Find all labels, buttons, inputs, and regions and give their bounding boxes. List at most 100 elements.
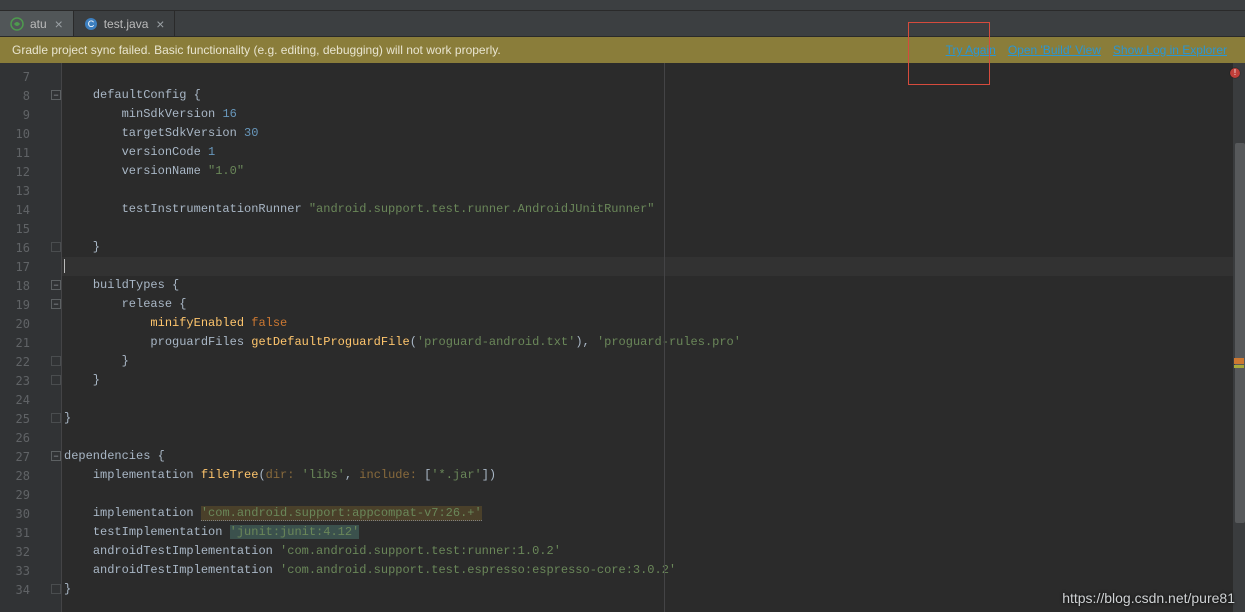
code-line[interactable] (62, 485, 1245, 504)
caret (64, 259, 65, 273)
code-line[interactable]: } (62, 371, 1245, 390)
code-line[interactable] (62, 390, 1245, 409)
code-token: implementation (93, 468, 201, 482)
line-number: 23 (0, 374, 30, 388)
code-token: "android.support.test.runner.AndroidJUni… (309, 202, 655, 216)
tab-test-java[interactable]: C test.java × (74, 11, 176, 36)
open-build-view-link[interactable]: Open 'Build' View (1008, 43, 1101, 57)
code-token: 'proguard-android.txt' (417, 335, 575, 349)
scrollbar-track[interactable] (1233, 63, 1245, 612)
gutter-line: 23 (0, 371, 61, 390)
fold-end-icon[interactable] (51, 413, 61, 423)
code-token (64, 544, 93, 558)
code-line[interactable]: androidTestImplementation 'com.android.s… (62, 561, 1245, 580)
code-token: dir: (266, 468, 302, 482)
line-number: 11 (0, 146, 30, 160)
line-number: 27 (0, 450, 30, 464)
fold-minus-icon[interactable]: − (51, 451, 61, 461)
fold-minus-icon[interactable]: − (51, 90, 61, 100)
code-line[interactable]: minSdkVersion 16 (62, 105, 1245, 124)
code-token (64, 335, 150, 349)
code-line[interactable]: } (62, 238, 1245, 257)
code-line[interactable] (62, 428, 1245, 447)
code-line[interactable]: defaultConfig { (62, 86, 1245, 105)
code-pane[interactable]: defaultConfig { minSdkVersion 16 targetS… (62, 63, 1245, 612)
line-number: 20 (0, 317, 30, 331)
code-token (64, 145, 122, 159)
line-number: 13 (0, 184, 30, 198)
try-again-link[interactable]: Try Again (946, 43, 996, 57)
code-line[interactable]: testInstrumentationRunner "android.suppo… (62, 200, 1245, 219)
gutter-line: 17 (0, 257, 61, 276)
error-indicator-icon[interactable]: ! (1230, 68, 1240, 78)
tab-atu[interactable]: atu × (0, 11, 74, 36)
code-line[interactable]: dependencies { (62, 447, 1245, 466)
code-token: versionCode (122, 145, 208, 159)
code-token: 'com.android.support.test:runner:1.0.2' (280, 544, 561, 558)
code-line[interactable] (62, 257, 1245, 276)
gutter-line: 8− (0, 86, 61, 105)
line-number: 29 (0, 488, 30, 502)
watermark: https://blog.csdn.net/pure81 (1062, 590, 1235, 606)
code-line[interactable] (62, 67, 1245, 86)
scrollbar-mark[interactable] (1234, 365, 1244, 368)
code-token: '*.jar' (431, 468, 481, 482)
code-line[interactable]: implementation fileTree(dir: 'libs', inc… (62, 466, 1245, 485)
line-number: 12 (0, 165, 30, 179)
gutter-line: 34 (0, 580, 61, 599)
code-token: false (251, 316, 287, 330)
code-token: release (122, 297, 172, 311)
code-line[interactable]: versionCode 1 (62, 143, 1245, 162)
code-token: include: (359, 468, 424, 482)
fold-end-icon[interactable] (51, 356, 61, 366)
gutter-line: 27 − (0, 447, 61, 466)
code-token: 'com.android.support:appcompat-v7:26.+' (201, 506, 482, 521)
code-line[interactable]: } (62, 352, 1245, 371)
notification-actions: Try Again Open 'Build' View Show Log in … (946, 43, 1227, 57)
code-line[interactable]: testImplementation 'junit:junit:4.12' (62, 523, 1245, 542)
code-line[interactable]: targetSdkVersion 30 (62, 124, 1245, 143)
gutter-line: 31 (0, 523, 61, 542)
scrollbar-thumb[interactable] (1235, 143, 1245, 523)
code-token (64, 316, 150, 330)
gutter-line: 9 (0, 105, 61, 124)
code-line[interactable]: proguardFiles getDefaultProguardFile('pr… (62, 333, 1245, 352)
gradle-icon (10, 17, 24, 31)
code-token: ( (410, 335, 417, 349)
code-line[interactable]: androidTestImplementation 'com.android.s… (62, 542, 1245, 561)
code-token: buildTypes (93, 278, 165, 292)
show-log-link[interactable]: Show Log in Explorer (1113, 43, 1227, 57)
line-number: 16 (0, 241, 30, 255)
gutter-line: 30 (0, 504, 61, 523)
close-icon[interactable]: × (154, 18, 166, 30)
fold-minus-icon[interactable]: − (51, 299, 61, 309)
code-token: } (64, 411, 71, 425)
line-number: 15 (0, 222, 30, 236)
line-number: 28 (0, 469, 30, 483)
code-line[interactable]: implementation 'com.android.support:appc… (62, 504, 1245, 523)
scrollbar-mark[interactable] (1234, 361, 1244, 364)
close-icon[interactable]: × (53, 18, 65, 30)
code-token (64, 278, 93, 292)
notification-message: Gradle project sync failed. Basic functi… (12, 43, 501, 57)
fold-end-icon[interactable] (51, 375, 61, 385)
code-token: 16 (222, 107, 236, 121)
code-token: minifyEnabled (150, 316, 251, 330)
code-line[interactable]: versionName "1.0" (62, 162, 1245, 181)
code-token: getDefaultProguardFile (251, 335, 409, 349)
code-line[interactable]: release { (62, 295, 1245, 314)
code-line[interactable]: minifyEnabled false (62, 314, 1245, 333)
line-number: 24 (0, 393, 30, 407)
code-line[interactable] (62, 219, 1245, 238)
line-number: 25 (0, 412, 30, 426)
gutter-line: 24 (0, 390, 61, 409)
code-line[interactable] (62, 181, 1245, 200)
fold-end-icon[interactable] (51, 584, 61, 594)
fold-end-icon[interactable] (51, 242, 61, 252)
code-line[interactable]: buildTypes { (62, 276, 1245, 295)
gutter-line: 26 (0, 428, 61, 447)
line-number: 33 (0, 564, 30, 578)
fold-minus-icon[interactable]: − (51, 280, 61, 290)
code-token: 'libs' (302, 468, 345, 482)
code-line[interactable]: } (62, 409, 1245, 428)
